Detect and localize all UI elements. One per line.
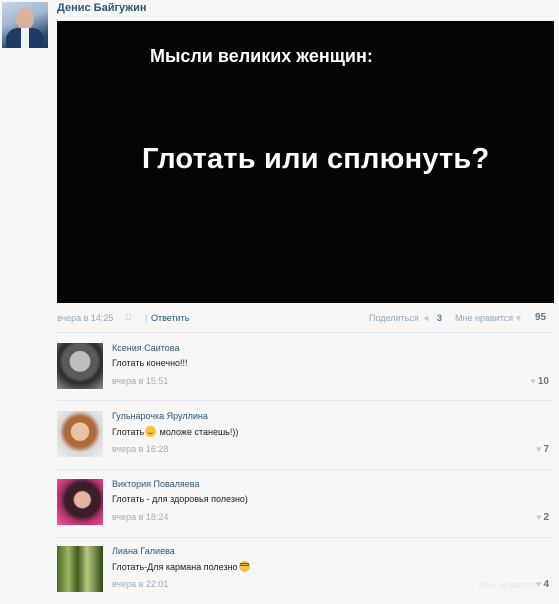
heart-icon: ♥: [530, 376, 536, 386]
comment-date[interactable]: вчера в 16:28: [112, 444, 168, 454]
smile-emoji-icon: [145, 426, 157, 437]
comment-like-count: 4: [543, 579, 549, 590]
image-caption-line2: Глотать или сплюнуть?: [142, 143, 490, 175]
post-footer: вчера в 14:25  | Ответить Поделиться ◄ …: [57, 312, 547, 326]
faded-like-label: Мне нравится: [479, 580, 538, 590]
likes-label: Мне нравится: [455, 313, 514, 323]
comment-date[interactable]: вчера в 22:01: [112, 579, 168, 589]
comment-date[interactable]: вчера в 15:51: [112, 376, 168, 386]
divider: [57, 400, 554, 401]
comment-like-count: 2: [543, 512, 549, 523]
comment-item: Виктория Поваляева Глотать - для здоровь…: [57, 479, 554, 543]
comment-like-count: 10: [537, 376, 549, 387]
image-caption-line1: Мысли великих женщин:: [150, 46, 373, 66]
post-date[interactable]: вчера в 14:25: [57, 313, 113, 323]
post-image[interactable]: Мысли великих женщин: Глотать или сплюну…: [57, 21, 554, 303]
nerd-emoji-icon: [238, 561, 250, 572]
like-button[interactable]: Мне нравится ♥: [455, 313, 523, 323]
comment-like-button[interactable]: ♥ 2: [536, 512, 549, 523]
apple-icon: : [125, 312, 132, 322]
commenter-name[interactable]: Ксения Саитова: [112, 343, 179, 353]
commenter-name[interactable]: Виктория Поваляева: [112, 479, 199, 489]
commenter-avatar[interactable]: [57, 479, 103, 525]
post-author-avatar[interactable]: [2, 2, 48, 48]
heart-icon: ♥: [536, 444, 542, 454]
comment-text: Глотать - для здоровья полезно): [112, 494, 248, 504]
avatar-face: [16, 8, 34, 30]
post-author-name[interactable]: Денис Байгужин: [57, 2, 147, 14]
comment-like-count: 7: [543, 444, 549, 455]
share-button[interactable]: Поделиться ◄: [369, 313, 430, 323]
comment-like-button[interactable]: ♥ 7: [536, 444, 549, 455]
comment-item: Ксения Саитова Глотать конечно!!! вчера …: [57, 343, 554, 407]
heart-icon: ♥: [536, 512, 542, 522]
megaphone-icon: ◄: [421, 313, 431, 323]
comment-text-part: моложе станешь!)): [157, 427, 239, 437]
heart-icon: ♥: [515, 313, 522, 323]
divider: [57, 537, 554, 538]
commenter-avatar[interactable]: [57, 546, 103, 592]
comment-text-part: Глотать: [112, 427, 145, 437]
commenter-avatar[interactable]: [57, 343, 103, 389]
divider: [57, 332, 554, 333]
comment-item: Гульнарочка Яруллина Глотать моложе стан…: [57, 411, 554, 475]
footer-separator: |: [145, 313, 148, 323]
avatar-shirt: [21, 28, 29, 48]
like-count: 95: [535, 312, 547, 323]
divider: [57, 469, 554, 470]
commenter-avatar[interactable]: [57, 411, 103, 457]
comment-like-button[interactable]: ♥ 4: [536, 579, 549, 590]
comment-text-part: Глотать-Для кармана полезно: [112, 562, 238, 572]
comment-text: Глотать конечно!!!: [112, 358, 188, 368]
comment-like-button[interactable]: ♥ 10: [531, 376, 549, 387]
reply-button[interactable]: Ответить: [151, 313, 189, 323]
commenter-name[interactable]: Гульнарочка Яруллина: [112, 411, 208, 421]
vk-post-page: Денис Байгужин Мысли великих женщин: Гло…: [0, 0, 559, 604]
share-label: Поделиться: [369, 313, 419, 323]
comment-item: Лиана Галиева Глотать-Для кармана полезн…: [57, 546, 554, 604]
comment-text: Глотать моложе станешь!)): [112, 426, 238, 437]
comment-date[interactable]: вчера в 18:24: [112, 512, 168, 522]
share-count: 3: [437, 313, 443, 323]
comment-text: Глотать-Для кармана полезно: [112, 561, 251, 572]
commenter-name[interactable]: Лиана Галиева: [112, 546, 175, 556]
